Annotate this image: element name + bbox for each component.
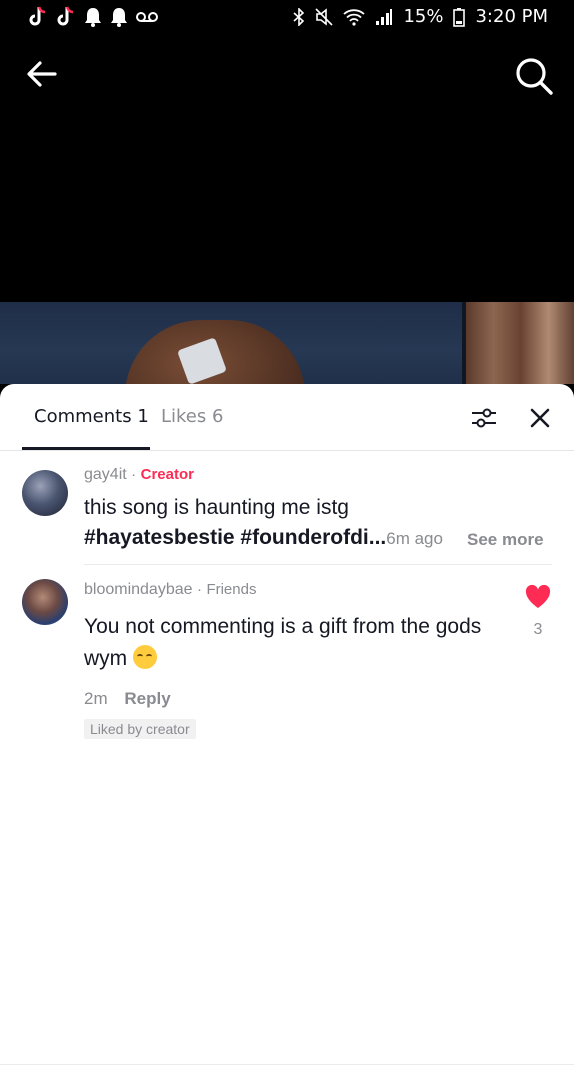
- comment-time: 2m: [84, 689, 108, 708]
- tab-likes[interactable]: Likes 6: [161, 406, 223, 427]
- bluetooth-icon: [293, 7, 305, 26]
- wifi-icon: [343, 8, 366, 26]
- bell-icon: [85, 8, 101, 27]
- system-icons: 15% 3:20 PM: [293, 6, 548, 27]
- tab-comments-count: 1: [137, 406, 149, 427]
- comment-header: bloomindaybae · Friends: [84, 581, 256, 599]
- tab-comments[interactable]: Comments 1: [34, 406, 149, 427]
- tab-comments-label: Comments: [34, 406, 132, 427]
- avatar[interactable]: [22, 579, 68, 625]
- status-bar: 15% 3:20 PM: [0, 0, 574, 36]
- back-button[interactable]: [22, 54, 62, 94]
- video-frame-detail: [466, 302, 574, 384]
- close-button[interactable]: [526, 404, 554, 432]
- comments-sheet: Comments 1 Likes 6 gay4it · Creator this…: [0, 384, 574, 1080]
- separator-dot: ·: [131, 466, 137, 483]
- voicemail-icon: [136, 12, 158, 22]
- notification-icons: [28, 6, 158, 28]
- relieved-face-emoji-icon: [133, 645, 158, 669]
- arrow-left-icon: [27, 61, 57, 87]
- tiktok-icon: [57, 6, 74, 26]
- top-bar: [0, 36, 574, 106]
- username[interactable]: bloomindaybae: [84, 581, 193, 598]
- tab-likes-label: Likes: [161, 406, 207, 427]
- tiktok-icon: [29, 6, 46, 26]
- like-count: 3: [533, 621, 543, 638]
- creator-badge: Creator: [140, 466, 194, 483]
- comment-item: bloomindaybae · Friends You not commenti…: [0, 565, 574, 745]
- comment-item: gay4it · Creator this song is haunting m…: [0, 450, 574, 564]
- tab-likes-count: 6: [212, 406, 224, 427]
- username[interactable]: gay4it: [84, 466, 127, 483]
- avatar[interactable]: [22, 470, 68, 516]
- bell-icon: [111, 8, 127, 27]
- heart-icon: [525, 584, 551, 608]
- see-more-button[interactable]: See more: [467, 530, 544, 550]
- close-icon: [530, 408, 550, 428]
- comment-hashtags[interactable]: #hayatesbestie #founderofdi...6m ago: [84, 522, 443, 555]
- comment-text: You not commenting is a gift from the go…: [84, 611, 504, 675]
- comment-meta: 2m Reply: [84, 689, 171, 709]
- search-icon: [516, 58, 553, 95]
- comments-tabs: Comments 1 Likes 6: [0, 384, 574, 451]
- like-button[interactable]: [524, 583, 552, 611]
- hashtags-text[interactable]: #hayatesbestie #founderofdi...: [84, 526, 386, 549]
- clock: 3:20 PM: [475, 6, 548, 27]
- video-player[interactable]: [0, 106, 574, 384]
- filter-button[interactable]: [470, 404, 498, 432]
- reply-button[interactable]: Reply: [124, 689, 170, 708]
- comment-header: gay4it · Creator: [84, 466, 194, 484]
- mute-icon: [315, 7, 334, 26]
- friends-badge: Friends: [206, 581, 257, 598]
- battery-icon: [453, 7, 466, 27]
- liked-by-creator-tag: Liked by creator: [84, 719, 196, 739]
- comment-text: this song is haunting me istg: [84, 496, 349, 519]
- separator-dot: ·: [196, 581, 202, 598]
- bottom-divider: [0, 1064, 574, 1065]
- search-button[interactable]: [512, 54, 556, 98]
- sliders-icon: [472, 408, 496, 428]
- comment-time: 6m ago: [386, 529, 443, 548]
- signal-icon: [376, 8, 393, 25]
- battery-percent: 15%: [403, 6, 444, 27]
